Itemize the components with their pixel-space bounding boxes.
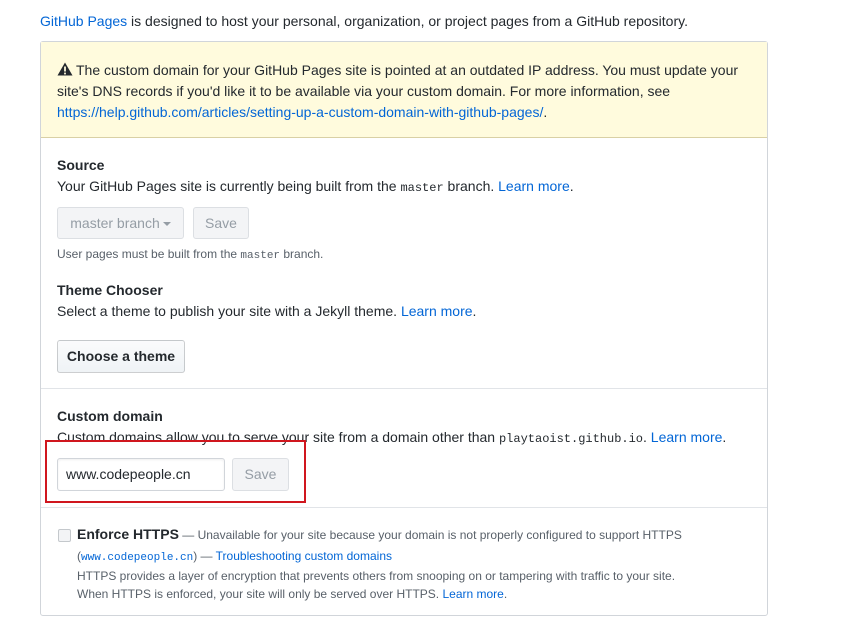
section-divider	[41, 507, 767, 508]
alert-icon	[57, 62, 73, 76]
source-branch-name: master	[400, 181, 444, 195]
source-branch-select-label: master branch	[70, 215, 160, 231]
enforce-https-checkbox[interactable]	[58, 529, 71, 542]
theme-learn-more-link[interactable]: Learn more	[401, 303, 473, 319]
intro-description: is designed to host your personal, organ…	[127, 13, 688, 29]
https-learn-more-link[interactable]: Learn more	[442, 587, 503, 601]
highlight-box	[45, 440, 306, 503]
outdated-ip-warning: The custom domain for your GitHub Pages …	[41, 42, 767, 138]
intro-text: GitHub Pages is designed to host your pe…	[40, 11, 688, 31]
source-learn-more-link[interactable]: Learn more	[498, 178, 570, 194]
custom-domain-title: Custom domain	[57, 408, 163, 424]
custom-domain-period: .	[722, 429, 727, 445]
theme-chooser-title: Theme Chooser	[57, 282, 163, 298]
enforce-https-label-row: Enforce HTTPS — Unavailable for your sit…	[77, 524, 682, 546]
theme-period: .	[472, 303, 477, 319]
custom-domain-desc-text-2: .	[643, 429, 651, 445]
source-save-button[interactable]: Save	[193, 207, 249, 239]
https-enforced-text: When HTTPS is enforced, your site will o…	[77, 587, 443, 601]
default-domain: playtaoist.github.io	[498, 432, 644, 446]
source-note-text-2: branch.	[280, 247, 324, 261]
warning-line-2: site's DNS records if you'd like it to b…	[57, 83, 671, 99]
chevron-down-icon	[162, 222, 171, 226]
source-description: Your GitHub Pages site is currently bein…	[57, 176, 574, 198]
theme-chooser-description: Select a theme to publish your site with…	[57, 301, 476, 321]
source-desc-text: Your GitHub Pages site is currently bein…	[57, 178, 401, 194]
github-pages-link[interactable]: GitHub Pages	[40, 13, 127, 29]
custom-domain-learn-more-link[interactable]: Learn more	[651, 429, 723, 445]
source-note-text: User pages must be built from the	[57, 247, 241, 261]
source-branch-select[interactable]: master branch	[57, 207, 184, 239]
theme-desc-text: Select a theme to publish your site with…	[57, 303, 401, 319]
enforce-https-title: Enforce HTTPS	[77, 526, 179, 542]
source-period: .	[569, 178, 574, 194]
section-divider	[41, 388, 767, 389]
troubleshooting-link[interactable]: Troubleshooting custom domains	[216, 549, 392, 563]
https-explanation: HTTPS provides a layer of encryption tha…	[77, 569, 676, 583]
https-unavailable-reason: Unavailable for your site because your d…	[197, 528, 682, 542]
github-pages-settings-box: The custom domain for your GitHub Pages …	[40, 41, 768, 616]
source-desc-text-2: branch.	[443, 178, 499, 194]
https-period: .	[503, 587, 508, 601]
custom-domain-help-link[interactable]: https://help.github.com/articles/setting…	[57, 104, 543, 120]
source-title: Source	[57, 157, 105, 173]
https-domain-link[interactable]: www.codepeople.cn	[81, 552, 193, 564]
warning-line-1: The custom domain for your GitHub Pages …	[76, 62, 739, 78]
https-enforced-note: When HTTPS is enforced, your site will o…	[77, 584, 507, 604]
source-note: User pages must be built from the master…	[57, 245, 323, 265]
https-dash-2: —	[197, 549, 216, 563]
https-domain-row: (www.codepeople.cn) — Troubleshooting cu…	[77, 546, 392, 568]
https-dash: —	[178, 528, 198, 542]
warning-period: .	[543, 104, 548, 120]
source-note-branch: master	[240, 250, 281, 262]
choose-theme-button[interactable]: Choose a theme	[57, 340, 185, 373]
